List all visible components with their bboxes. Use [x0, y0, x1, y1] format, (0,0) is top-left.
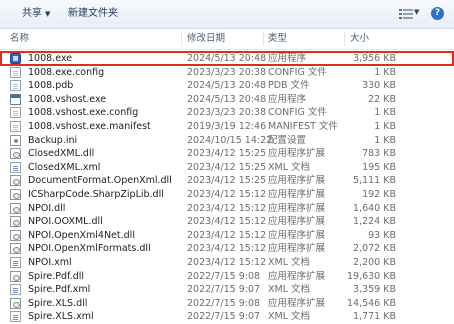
explorer-toolbar: 共享 ▼ 新建文件夹 ▼ ?	[0, 0, 454, 29]
dll-file-icon	[10, 270, 21, 282]
column-divider[interactable]	[263, 32, 264, 46]
view-dropdown-icon[interactable]: ▼	[414, 8, 419, 16]
column-date-header[interactable]: 修改日期	[187, 29, 225, 49]
dll-file-icon	[10, 216, 21, 228]
file-name: Spire.XLS.xml	[28, 311, 94, 323]
dll-file-icon	[10, 297, 21, 309]
xml-file-icon	[10, 284, 21, 296]
help-icon[interactable]: ?	[431, 7, 444, 20]
new-folder-button[interactable]: 新建文件夹	[68, 7, 118, 21]
share-dropdown-icon: ▼	[45, 10, 51, 18]
dll-file-icon	[10, 202, 21, 214]
doc-file-icon	[10, 121, 21, 132]
column-divider[interactable]	[344, 32, 345, 46]
dll-file-icon	[10, 243, 21, 255]
view-options-icon[interactable]	[399, 8, 413, 20]
doc-file-icon	[10, 66, 21, 78]
file-type: XML 文档	[268, 311, 311, 323]
xml-file-icon	[10, 161, 21, 173]
file-size: 1,771 KB	[353, 311, 396, 323]
column-header: 名称 修改日期 类型 大小	[0, 29, 454, 50]
exe-file-icon	[10, 53, 21, 64]
dll-file-icon	[10, 189, 21, 200]
share-button[interactable]: 共享 ▼	[22, 7, 50, 21]
column-name-header[interactable]: 名称	[10, 29, 29, 49]
column-divider[interactable]	[181, 32, 182, 46]
doc-file-icon	[10, 80, 21, 92]
file-row[interactable]: Spire.XLS.xml 2022/7/15 9:07 XML 文档 1,771 K…	[0, 309, 454, 324]
dll-file-icon	[10, 175, 21, 187]
share-button-label: 共享	[22, 8, 42, 19]
ini-file-icon	[10, 134, 21, 146]
column-type-header[interactable]: 类型	[268, 29, 287, 49]
dll-file-icon	[10, 229, 21, 241]
xml-file-icon	[10, 257, 21, 268]
doc-file-icon	[10, 107, 21, 119]
xml-file-icon	[10, 311, 21, 323]
dll-file-icon	[10, 148, 21, 160]
column-size-header[interactable]: 大小	[350, 29, 369, 49]
file-date: 2022/7/15 9:07	[187, 311, 261, 323]
win-file-icon	[10, 93, 21, 105]
